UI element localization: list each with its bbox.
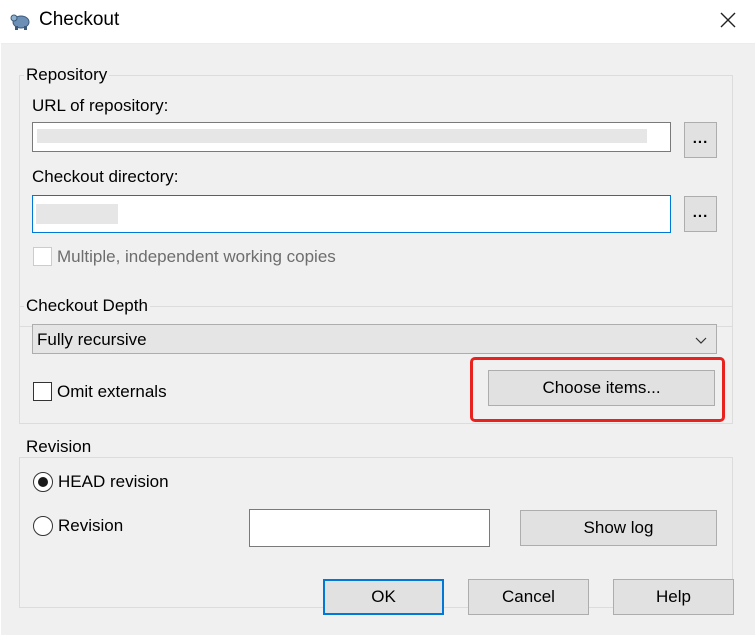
checkout-directory-input[interactable] xyxy=(32,195,671,233)
checkout-depth-group-label: Checkout Depth xyxy=(24,296,150,316)
help-button[interactable]: Help xyxy=(613,579,734,615)
redacted-directory xyxy=(36,204,118,224)
omit-externals-checkbox[interactable] xyxy=(33,382,52,401)
highlight-box xyxy=(470,357,725,422)
url-label: URL of repository: xyxy=(32,96,169,115)
checkout-directory-label: Checkout directory: xyxy=(32,167,179,186)
chevron-down-icon xyxy=(695,337,707,344)
head-revision-label: HEAD revision xyxy=(58,472,169,491)
multiple-copies-checkbox[interactable] xyxy=(33,247,52,266)
repository-group-label: Repository xyxy=(24,65,110,85)
cancel-button[interactable]: Cancel xyxy=(468,579,589,615)
tortoise-icon xyxy=(10,14,30,30)
ok-button[interactable]: OK xyxy=(323,579,444,615)
redacted-url xyxy=(37,129,647,143)
revision-group-label: Revision xyxy=(24,437,94,457)
omit-externals-label: Omit externals xyxy=(57,382,167,401)
browse-directory-button[interactable]: ... xyxy=(684,196,717,232)
close-icon[interactable] xyxy=(712,4,744,36)
depth-selected-value: Fully recursive xyxy=(37,330,147,349)
window-title: Checkout xyxy=(39,9,120,30)
show-log-button[interactable]: Show log xyxy=(520,510,717,546)
multiple-copies-label: Multiple, independent working copies xyxy=(57,247,336,266)
dialog-body: Repository URL of repository: ... Checko… xyxy=(1,43,755,635)
head-revision-radio[interactable] xyxy=(33,472,53,492)
revision-radio[interactable] xyxy=(33,516,53,536)
url-input[interactable] xyxy=(32,122,671,152)
revision-input[interactable] xyxy=(249,509,490,547)
browse-url-button[interactable]: ... xyxy=(684,122,717,158)
revision-label: Revision xyxy=(58,516,124,535)
title-bar: Checkout xyxy=(0,0,756,43)
depth-select[interactable]: Fully recursive xyxy=(32,324,717,354)
